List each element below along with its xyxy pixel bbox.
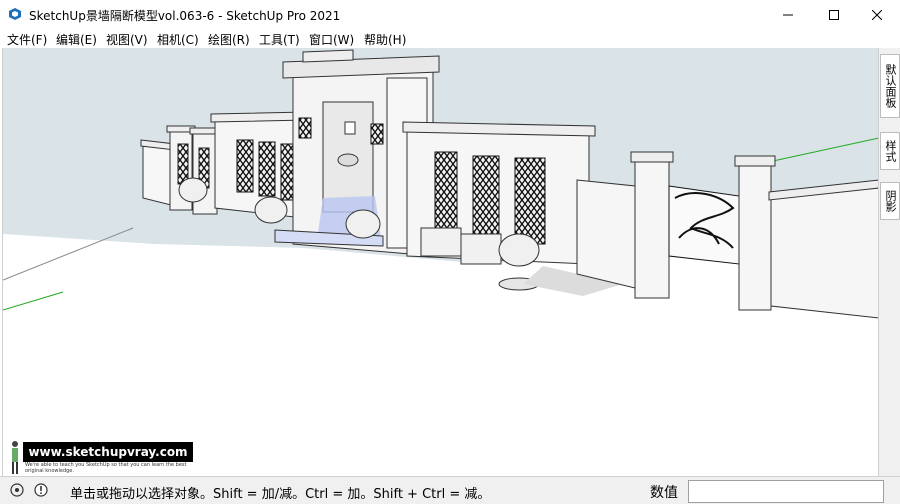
model-viewport[interactable]: www.sketchupvray.com We're able to teach… <box>2 48 879 476</box>
menu-help[interactable]: 帮助(H) <box>364 31 406 48</box>
minimize-button[interactable] <box>765 0 811 30</box>
menu-tools[interactable]: 工具(T) <box>259 31 300 48</box>
tab-styles[interactable]: 样式 <box>880 132 900 170</box>
status-bar: 单击或拖动以选择对象。Shift = 加/减。Ctrl = 加。Shift + … <box>0 476 900 504</box>
menu-window[interactable]: 窗口(W) <box>309 31 354 48</box>
info-icon[interactable] <box>34 483 48 497</box>
menu-file[interactable]: 文件(F) <box>7 31 47 48</box>
close-button[interactable] <box>854 0 900 30</box>
maximize-icon <box>829 10 839 20</box>
measurements-input[interactable] <box>688 480 884 503</box>
maximize-button[interactable] <box>811 0 857 30</box>
menu-camera[interactable]: 相机(C) <box>157 31 199 48</box>
watermark-subtitle: We're able to teach you SketchUp so that… <box>25 462 187 474</box>
scene-drawing <box>3 48 879 476</box>
menu-bar: 文件(F) 编辑(E) 视图(V) 相机(C) 绘图(R) 工具(T) 窗口(W… <box>0 30 900 48</box>
close-icon <box>872 10 882 20</box>
menu-draw[interactable]: 绘图(R) <box>208 31 250 48</box>
status-message: 单击或拖动以选择对象。Shift = 加/减。Ctrl = 加。Shift + … <box>70 487 491 502</box>
sketchup-app-icon <box>9 8 21 20</box>
tab-default-tray[interactable]: 默认面板 <box>880 54 900 118</box>
measurements-label: 数值 <box>650 485 678 501</box>
menu-edit[interactable]: 编辑(E) <box>56 31 97 48</box>
menu-view[interactable]: 视图(V) <box>106 31 148 48</box>
title-bar: SketchUp景墙隔断模型vol.063-6 - SketchUp Pro 2… <box>0 0 900 30</box>
iron-gate <box>668 185 740 265</box>
right-low-wall <box>770 187 879 319</box>
minimize-icon <box>783 14 793 16</box>
person-figure-icon <box>12 441 18 474</box>
tab-shadows[interactable]: 阴影 <box>880 182 900 220</box>
tray-panel: 默认面板 样式 阴影 <box>878 48 900 476</box>
watermark-url: www.sketchupvray.com <box>23 442 193 462</box>
right-pillar-2 <box>738 163 772 311</box>
geo-location-icon[interactable] <box>10 483 24 497</box>
right-pillar-1 <box>634 159 670 299</box>
window-title: SketchUp景墙隔断模型vol.063-6 - SketchUp Pro 2… <box>29 9 341 23</box>
